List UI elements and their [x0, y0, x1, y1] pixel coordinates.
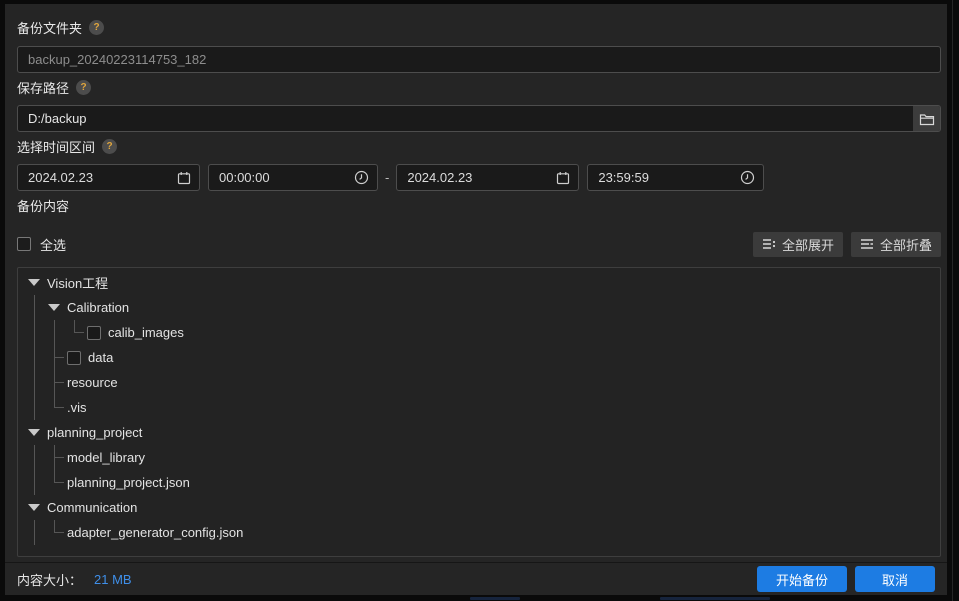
expand-all-label: 全部展开: [781, 237, 834, 253]
save-path-label: 保存路径: [17, 81, 70, 96]
start-backup-button[interactable]: 开始备份: [757, 566, 847, 592]
dialog-footer: 内容大小： 21 MB 开始备份 取消: [5, 562, 947, 595]
folder-icon: [919, 112, 935, 126]
tree-item-label: resource: [67, 375, 118, 390]
calendar-icon[interactable]: [556, 171, 570, 185]
backup-dialog: 备份文件夹 ? 保存路径 ? 选择时间区间 ? 2024.02.23: [5, 4, 947, 595]
clock-icon[interactable]: [740, 170, 755, 185]
tree-row[interactable]: Calibration: [18, 295, 940, 320]
expander-icon[interactable]: [48, 304, 67, 311]
end-time-input[interactable]: 23:59:59: [587, 164, 765, 191]
tree-row[interactable]: .vis: [18, 395, 940, 420]
backup-folder-name-input[interactable]: [17, 46, 941, 73]
cancel-button[interactable]: 取消: [855, 566, 935, 592]
save-path-label-row: 保存路径 ?: [17, 78, 92, 97]
expander-icon[interactable]: [28, 279, 47, 286]
select-all-row: 全选 全部展开 全部折叠: [17, 231, 941, 257]
end-date-input[interactable]: 2024.02.23: [396, 164, 580, 191]
tree-item-label: calib_images: [108, 325, 184, 340]
window-edge-line: [952, 0, 953, 601]
expander-icon[interactable]: [28, 504, 47, 511]
tree-item-label: Communication: [47, 500, 138, 515]
select-all-label: 全选: [40, 237, 67, 253]
collapse-all-icon: [860, 237, 874, 251]
save-path-input[interactable]: [18, 106, 913, 131]
tree-item-checkbox[interactable]: [87, 325, 101, 340]
content-size-value: 21 MB: [94, 571, 132, 587]
content-label-row: 备份内容: [17, 196, 69, 215]
tree-item-label: Calibration: [67, 300, 130, 315]
time-range-label-row: 选择时间区间 ?: [17, 137, 118, 156]
backup-content-tree[interactable]: Vision工程 Calibration calib_imagesdata resou…: [17, 267, 941, 557]
select-all-checkbox[interactable]: [17, 237, 31, 251]
backup-content-label: 备份内容: [17, 199, 70, 214]
tree-item-label: data: [88, 350, 114, 365]
tree-item-label: model_library: [67, 450, 146, 465]
start-time-value: 00:00:00: [219, 170, 270, 185]
expander-icon[interactable]: [28, 429, 47, 436]
content-size-label: 内容大小：: [17, 572, 83, 588]
tree-item-label: planning_project: [47, 425, 143, 440]
time-range-row: 2024.02.23 00:00:00 - 2024.02.23 23:59:5…: [17, 164, 765, 191]
tree-item-label: Vision工程: [47, 276, 109, 291]
start-time-input[interactable]: 00:00:00: [208, 164, 378, 191]
backup-folder-label-row: 备份文件夹 ?: [17, 18, 105, 37]
calendar-icon[interactable]: [177, 171, 191, 185]
save-path-field: [17, 105, 941, 132]
tree-item-checkbox[interactable]: [67, 350, 81, 365]
tree-item-label: planning_project.json: [67, 475, 190, 490]
tree-row[interactable]: calib_images: [18, 320, 940, 345]
collapse-all-button[interactable]: 全部折叠: [850, 231, 941, 257]
tree-row[interactable]: data: [18, 345, 940, 370]
expand-all-button[interactable]: 全部展开: [752, 231, 843, 257]
clock-icon[interactable]: [354, 170, 369, 185]
time-range-label: 选择时间区间: [17, 140, 96, 155]
tree-row[interactable]: planning_project: [18, 420, 940, 445]
browse-folder-button[interactable]: [913, 106, 940, 131]
start-date-value: 2024.02.23: [28, 170, 94, 185]
collapse-all-label: 全部折叠: [879, 237, 932, 253]
tree-item-label: adapter_generator_config.json: [67, 525, 244, 540]
end-time-value: 23:59:59: [598, 170, 649, 185]
help-icon[interactable]: ?: [102, 139, 118, 154]
tree-row[interactable]: Vision工程: [18, 270, 940, 295]
background-window-artifact: [470, 597, 520, 600]
tree-row[interactable]: Communication: [18, 495, 940, 520]
start-date-input[interactable]: 2024.02.23: [17, 164, 200, 191]
help-icon[interactable]: ?: [89, 20, 105, 35]
background-window-artifact: [660, 597, 770, 600]
backup-folder-label: 备份文件夹: [17, 21, 83, 36]
tree-row[interactable]: adapter_generator_config.json: [18, 520, 940, 545]
help-icon[interactable]: ?: [76, 80, 92, 95]
tree-row[interactable]: planning_project.json: [18, 470, 940, 495]
tree-row[interactable]: resource: [18, 370, 940, 395]
expand-all-icon: [762, 237, 776, 251]
tree-row[interactable]: model_library: [18, 445, 940, 470]
tree-item-label: .vis: [67, 400, 87, 415]
range-dash: -: [385, 170, 390, 185]
end-date-value: 2024.02.23: [407, 170, 473, 185]
